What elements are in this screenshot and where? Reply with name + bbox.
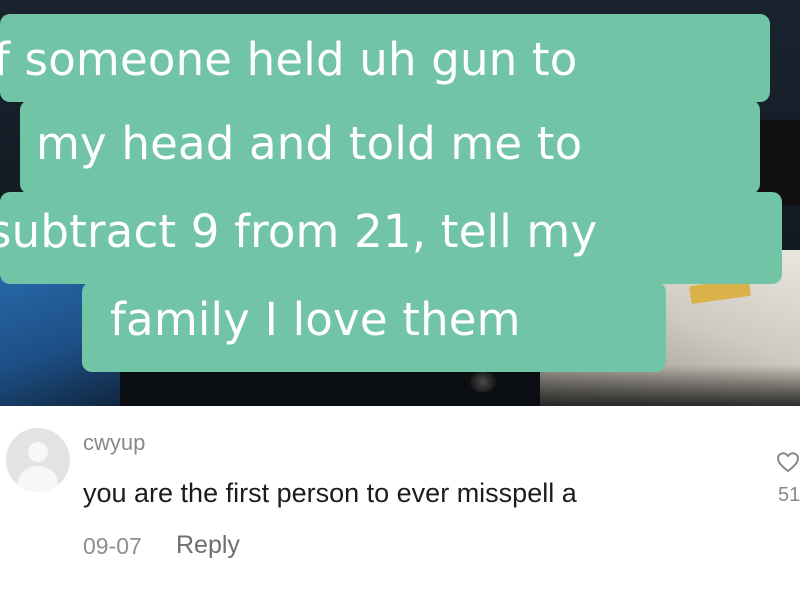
screenshot: f someone held uh gun to my head and tol…: [0, 0, 800, 589]
video-frame[interactable]: f someone held uh gun to my head and tol…: [0, 0, 800, 406]
default-avatar-icon[interactable]: [6, 428, 70, 492]
comment-text: you are the first person to ever misspel…: [83, 478, 577, 508]
reply-button[interactable]: Reply: [176, 531, 240, 560]
heart-outline-icon[interactable]: [776, 450, 800, 474]
caption-line: family I love them: [110, 293, 521, 346]
comment-username[interactable]: cwyup: [83, 430, 145, 456]
background-knob: [470, 372, 496, 392]
comment-item: cwyup you are the first person to ever m…: [0, 406, 800, 589]
caption-line: f someone held uh gun to: [0, 33, 578, 86]
avatar-head: [28, 442, 48, 462]
comment-date: 09-07: [83, 533, 142, 559]
caption-line: subtract 9 from 21, tell my: [0, 205, 598, 258]
caption-line: my head and told me to: [36, 117, 583, 170]
like-count: 51: [778, 484, 800, 506]
avatar-body: [18, 466, 58, 492]
